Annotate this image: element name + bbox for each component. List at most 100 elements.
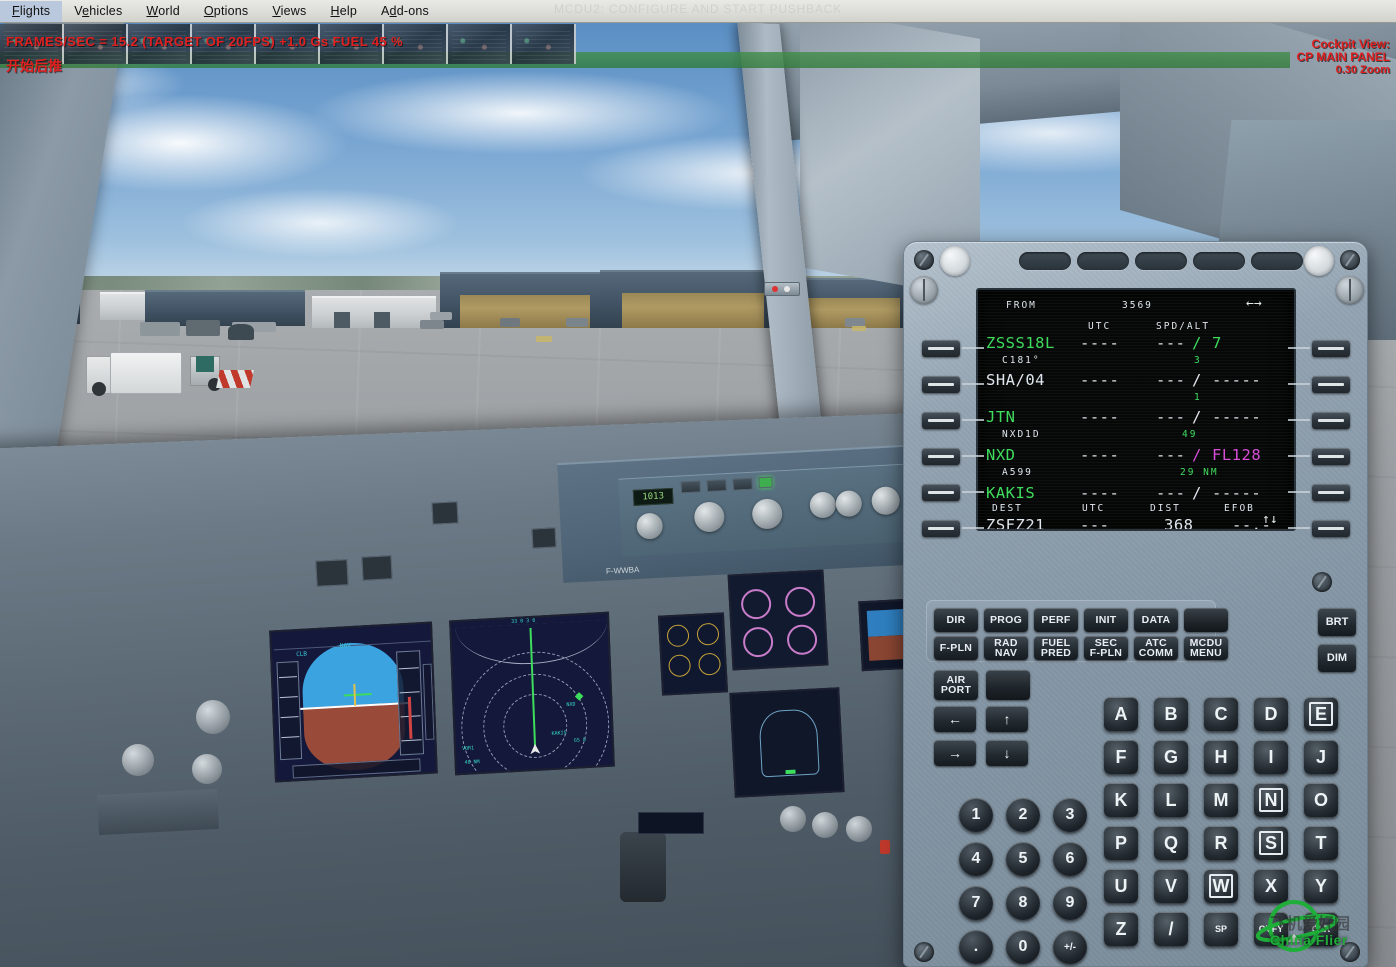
view-thumbnail[interactable]	[512, 24, 576, 64]
pedestal-knob[interactable]	[780, 806, 806, 832]
panel-switch-block[interactable]	[361, 555, 393, 581]
alpha-b-key[interactable]: B	[1154, 697, 1188, 731]
panel-knob[interactable]	[192, 754, 222, 784]
num-5-key[interactable]: 5	[1006, 842, 1040, 876]
panel-switch-block[interactable]	[431, 501, 459, 525]
menu-item-addons[interactable]: Add-ons	[369, 1, 441, 22]
alpha-p-key[interactable]: P	[1104, 826, 1138, 860]
arrow-left-key[interactable]: ←	[934, 706, 976, 732]
blank-key-top[interactable]	[1184, 608, 1228, 632]
perf-key[interactable]: PERF	[1034, 608, 1078, 632]
alpha-x-key[interactable]: X	[1254, 869, 1288, 903]
pedestal-knob[interactable]	[812, 812, 838, 838]
lsk-r5[interactable]	[1312, 484, 1350, 501]
panel-knob[interactable]	[196, 700, 230, 734]
lsk-r3[interactable]	[1312, 412, 1350, 429]
fcu-knob[interactable]	[870, 486, 901, 516]
num-8-key[interactable]: 8	[1006, 886, 1040, 920]
brt-key[interactable]: BRT	[1318, 608, 1356, 636]
clear-key[interactable]: CLR	[1304, 912, 1338, 946]
panel-switch-block[interactable]	[531, 527, 557, 549]
space-key[interactable]: SP	[1204, 912, 1238, 946]
num-1-key[interactable]: 1	[959, 798, 993, 832]
alpha-a-key[interactable]: A	[1104, 697, 1138, 731]
fcu-button[interactable]	[732, 477, 753, 491]
lsk-r2[interactable]	[1312, 376, 1350, 393]
mcdumenu-key[interactable]: MCDU MENU	[1184, 636, 1228, 660]
num-7-key[interactable]: 7	[959, 886, 993, 920]
fcu-button[interactable]	[680, 480, 702, 494]
num-6-key[interactable]: 6	[1053, 842, 1087, 876]
bezel-knob[interactable]	[1336, 276, 1364, 304]
alpha-d-key[interactable]: D	[1254, 697, 1288, 731]
alpha-c-key[interactable]: C	[1204, 697, 1238, 731]
fuelpred-key[interactable]: FUEL PRED	[1034, 636, 1078, 660]
bezel-knob[interactable]	[910, 276, 938, 304]
decimal-key[interactable]: .	[959, 930, 993, 964]
alpha-l-key[interactable]: L	[1154, 783, 1188, 817]
num-9-key[interactable]: 9	[1053, 886, 1087, 920]
menu-item-vehicles[interactable]: Vehicles	[62, 1, 134, 22]
radnav-key[interactable]: RAD NAV	[984, 636, 1028, 660]
init-key[interactable]: INIT	[1084, 608, 1128, 632]
lsk-r1[interactable]	[1312, 340, 1350, 357]
panel-switch-block[interactable]	[315, 559, 349, 587]
fcu-knob[interactable]	[809, 491, 837, 519]
fcu-knob[interactable]	[751, 498, 783, 530]
dir-key[interactable]: DIR	[934, 608, 978, 632]
panel-knob[interactable]	[122, 744, 154, 776]
lsk-l4[interactable]	[922, 448, 960, 465]
menu-item-options[interactable]: Options	[192, 1, 261, 22]
arrow-right-key[interactable]: →	[934, 740, 976, 766]
menu-item-help[interactable]: Help	[318, 1, 369, 22]
arrow-down-key[interactable]: ↓	[986, 740, 1028, 766]
alpha-e-key[interactable]: E	[1304, 697, 1338, 731]
airport-key[interactable]: AIR PORT	[934, 670, 978, 700]
alpha-f-key[interactable]: F	[1104, 740, 1138, 774]
num-4-key[interactable]: 4	[959, 842, 993, 876]
dim-key[interactable]: DIM	[1318, 644, 1356, 672]
alpha-z-key[interactable]: Z	[1104, 912, 1138, 946]
menu-item-views[interactable]: Views	[260, 1, 318, 22]
view-thumbnail[interactable]	[448, 24, 512, 64]
data-key[interactable]: DATA	[1134, 608, 1178, 632]
pedestal-knob[interactable]	[846, 816, 872, 842]
menu-item-flights[interactable]: Flights	[0, 0, 63, 22]
lsk-l3[interactable]	[922, 412, 960, 429]
lsk-r4[interactable]	[1312, 448, 1350, 465]
overfly-key[interactable]: OVFY	[1254, 912, 1288, 946]
alpha-o-key[interactable]: O	[1304, 783, 1338, 817]
alpha-v-key[interactable]: V	[1154, 869, 1188, 903]
lsk-r6[interactable]	[1312, 520, 1350, 537]
alpha-q-key[interactable]: Q	[1154, 826, 1188, 860]
alpha-h-key[interactable]: H	[1204, 740, 1238, 774]
num-3-key[interactable]: 3	[1053, 798, 1087, 832]
blank-key-nav[interactable]	[986, 670, 1030, 700]
alpha-w-key[interactable]: W	[1204, 869, 1238, 903]
num-2-key[interactable]: 2	[1006, 798, 1040, 832]
menu-item-world[interactable]: World	[134, 1, 191, 22]
alpha-m-key[interactable]: M	[1204, 783, 1238, 817]
fcu-knob[interactable]	[693, 501, 726, 533]
prog-key[interactable]: PROG	[984, 608, 1028, 632]
alpha-s-key[interactable]: S	[1254, 826, 1288, 860]
plusminus-key[interactable]: +/-	[1053, 930, 1087, 964]
atccomm-key[interactable]: ATC COMM	[1134, 636, 1178, 660]
lsk-l5[interactable]	[922, 484, 960, 501]
alpha-r-key[interactable]: R	[1204, 826, 1238, 860]
alpha-i-key[interactable]: I	[1254, 740, 1288, 774]
lsk-l1[interactable]	[922, 340, 960, 357]
alpha-t-key[interactable]: T	[1304, 826, 1338, 860]
fpln-key[interactable]: F-PLN	[934, 636, 978, 660]
fcu-knob[interactable]	[636, 512, 664, 540]
thrust-levers[interactable]	[620, 832, 666, 902]
num-0-key[interactable]: 0	[1006, 930, 1040, 964]
alpha-u-key[interactable]: U	[1104, 869, 1138, 903]
arrow-up-key[interactable]: ↑	[986, 706, 1028, 732]
slash-key[interactable]: /	[1154, 912, 1188, 946]
alpha-j-key[interactable]: J	[1304, 740, 1338, 774]
alpha-n-key[interactable]: N	[1254, 783, 1288, 817]
fcu-button[interactable]	[706, 479, 727, 493]
fcu-knob[interactable]	[835, 489, 863, 518]
lsk-l2[interactable]	[922, 376, 960, 393]
